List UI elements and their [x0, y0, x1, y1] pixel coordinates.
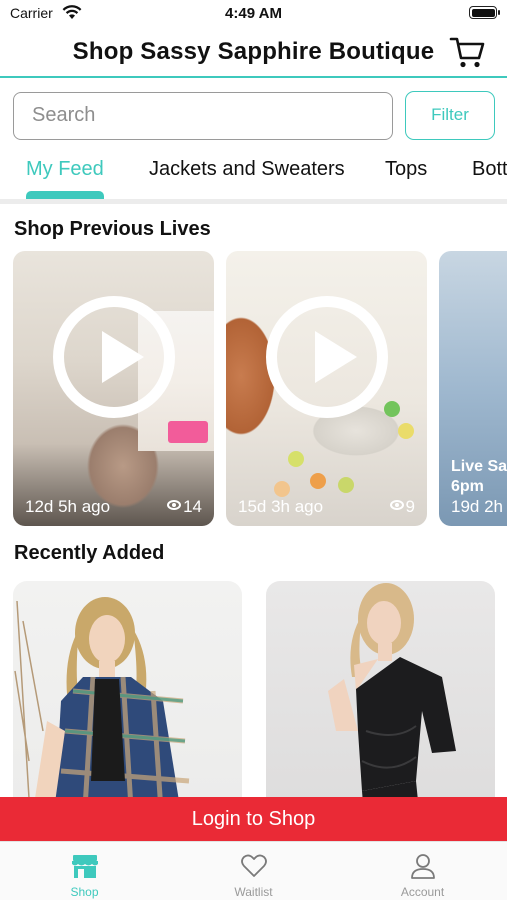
view-count: 9 — [389, 497, 415, 517]
filter-button[interactable]: Filter — [405, 91, 495, 140]
heart-icon — [241, 854, 267, 877]
video-thumbnail-detail — [384, 401, 400, 417]
live-time-ago: 19d 2h — [451, 497, 503, 516]
play-icon[interactable] — [53, 296, 175, 418]
tab-tops[interactable]: Tops — [385, 158, 427, 181]
video-thumbnail-detail — [338, 477, 354, 493]
video-thumbnail-detail — [398, 423, 414, 439]
storefront-icon — [72, 855, 98, 878]
video-thumbnail-detail — [274, 481, 290, 497]
app-header: Shop Sassy Sapphire Boutique — [0, 30, 507, 78]
status-time: 4:49 AM — [225, 5, 282, 22]
eye-icon — [167, 500, 182, 510]
cart-icon[interactable] — [449, 34, 487, 70]
nav-item-shop[interactable]: Shop — [0, 842, 169, 900]
nav-label-account: Account — [400, 885, 445, 899]
battery-icon — [469, 6, 500, 19]
view-count-value: 14 — [183, 497, 202, 516]
video-thumbnail-detail — [168, 421, 208, 443]
recently-added-title: Recently Added — [14, 542, 165, 564]
live-time-ago: 15d 3h ago — [238, 497, 324, 516]
page-title: Shop Sassy Sapphire Boutique — [72, 38, 435, 65]
search-input[interactable]: Search — [13, 92, 393, 140]
live-video-card[interactable]: Live Sa 6pm 19d 2h — [439, 251, 507, 526]
tab-my-feed[interactable]: My Feed — [26, 158, 104, 181]
video-thumbnail-detail — [310, 473, 326, 489]
nav-label-shop: Shop — [70, 885, 99, 899]
tab-active-indicator — [26, 191, 104, 199]
login-to-shop-button[interactable]: Login to Shop — [0, 797, 507, 841]
status-bar: Carrier 4:49 AM — [0, 0, 507, 30]
tab-jackets-and-sweaters[interactable]: Jackets and Sweaters — [149, 158, 345, 181]
previous-lives-title: Shop Previous Lives — [14, 218, 211, 240]
live-time-ago: 12d 5h ago — [25, 497, 111, 516]
view-count-value: 9 — [405, 497, 415, 516]
tab-bottoms[interactable]: Bott — [472, 158, 507, 181]
nav-item-waitlist[interactable]: Waitlist — [169, 842, 338, 900]
live-video-card[interactable]: 15d 3h ago 9 — [226, 251, 427, 526]
nav-label-waitlist: Waitlist — [234, 885, 273, 899]
play-icon[interactable] — [266, 296, 388, 418]
view-count: 14 — [167, 497, 202, 517]
nav-item-account[interactable]: Account — [338, 842, 507, 900]
live-video-card[interactable]: 12d 5h ago 14 — [13, 251, 214, 526]
person-icon — [411, 854, 435, 879]
video-thumbnail-detail — [288, 451, 304, 467]
live-schedule-label: Live Sa 6pm — [451, 458, 507, 495]
category-tabs: My Feed Jackets and Sweaters Tops Bott — [0, 146, 507, 200]
bottom-nav: Shop Waitlist Account — [0, 841, 507, 900]
eye-icon — [389, 500, 404, 510]
tabs-divider — [0, 199, 507, 204]
